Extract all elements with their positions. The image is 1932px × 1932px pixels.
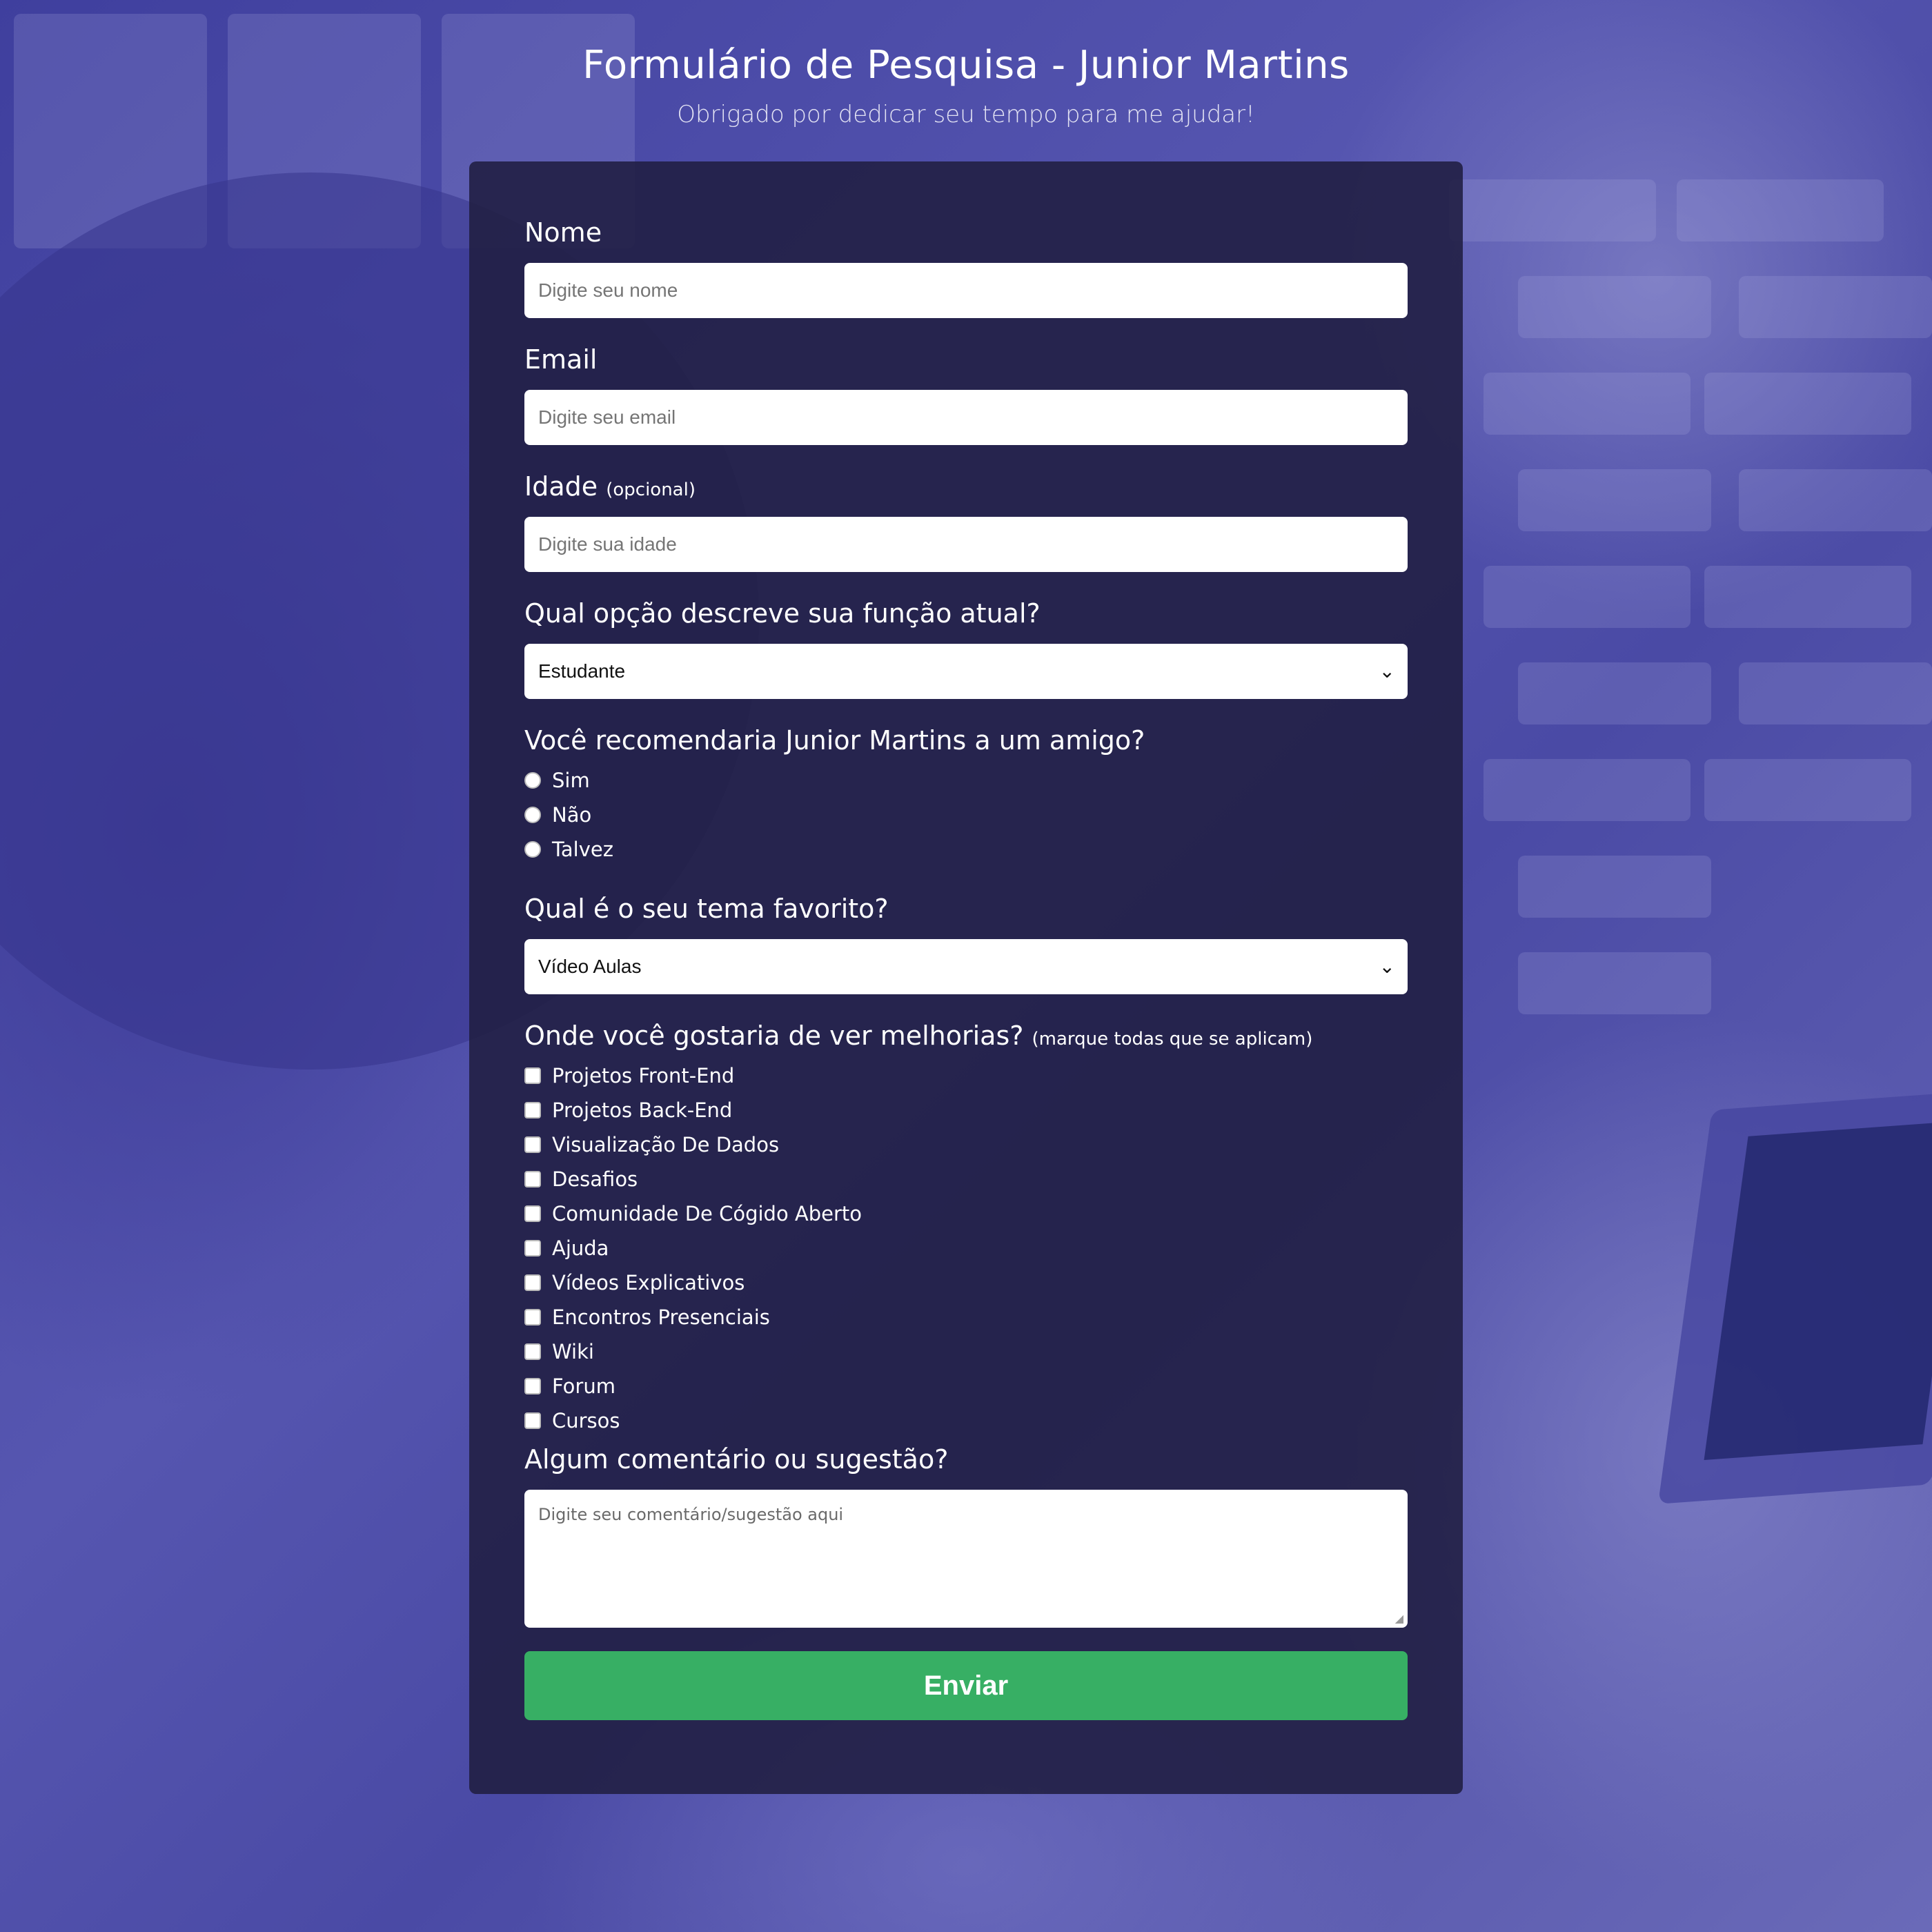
role-label: Qual opção descreve sua função atual? [524, 598, 1041, 629]
radio-button[interactable] [524, 807, 541, 823]
submit-button[interactable]: Enviar [524, 1651, 1408, 1720]
recommend-label: Você recomendaria Junior Martins a um am… [524, 725, 1145, 756]
name-label: Nome [524, 217, 602, 248]
survey-form: Nome Digite seu nome Email Digite seu em… [469, 161, 1463, 1794]
checkbox-label: Cursos [552, 1409, 620, 1432]
comments-placeholder: Digite seu comentário/sugestão aqui [538, 1505, 844, 1524]
checkbox[interactable] [524, 1412, 541, 1429]
name-input[interactable]: Digite seu nome [524, 263, 1408, 318]
checkbox[interactable] [524, 1136, 541, 1153]
email-input[interactable]: Digite seu email [524, 390, 1408, 445]
checkbox-option[interactable]: Vídeos Explicativos [524, 1265, 1408, 1300]
chevron-down-icon: ⌄ [1379, 660, 1395, 682]
chevron-down-icon: ⌄ [1379, 955, 1395, 978]
radio-button[interactable] [524, 841, 541, 858]
age-label-text: Idade [524, 471, 598, 502]
checkbox-option[interactable]: Projetos Back-End [524, 1093, 1408, 1127]
checkbox[interactable] [524, 1378, 541, 1394]
favorite-label: Qual é o seu tema favorito? [524, 894, 889, 924]
radio-option-talvez[interactable]: Talvez [524, 832, 1408, 867]
checkbox[interactable] [524, 1205, 541, 1222]
checkbox-option[interactable]: Ajuda [524, 1231, 1408, 1265]
checkbox-option[interactable]: Cursos [524, 1403, 1408, 1438]
checkbox-option[interactable]: Visualização De Dados [524, 1127, 1408, 1162]
checkbox-label: Projetos Front-End [552, 1064, 735, 1087]
improvements-label-text: Onde você gostaria de ver melhorias? [524, 1021, 1024, 1051]
age-input[interactable]: Digite sua idade [524, 517, 1408, 572]
age-group: Idade (opcional) Digite sua idade [524, 473, 1408, 600]
radio-option-sim[interactable]: Sim [524, 763, 1408, 798]
resize-grip-icon[interactable]: ◢ [1395, 1612, 1403, 1625]
checkbox-label: Forum [552, 1374, 615, 1398]
checkbox[interactable] [524, 1240, 541, 1256]
recommend-group: Você recomendaria Junior Martins a um am… [524, 727, 1408, 896]
checkbox[interactable] [524, 1274, 541, 1291]
age-optional-clue: (opcional) [606, 480, 696, 500]
checkbox[interactable] [524, 1171, 541, 1187]
checkbox-option[interactable]: Desafios [524, 1162, 1408, 1196]
email-group: Email Digite seu email [524, 346, 1408, 473]
favorite-selected-value: Vídeo Aulas [538, 956, 642, 977]
comments-label: Algum comentário ou sugestão? [524, 1444, 949, 1475]
favorite-select[interactable]: Vídeo Aulas ⌄ [524, 939, 1408, 994]
checkbox-label: Comunidade De Cógido Aberto [552, 1202, 862, 1225]
checkbox-option[interactable]: Forum [524, 1369, 1408, 1403]
checkbox-label: Wiki [552, 1340, 594, 1363]
role-group: Qual opção descreve sua função atual? Es… [524, 600, 1408, 727]
page-title: Formulário de Pesquisa - Junior Martins [582, 43, 1350, 88]
checkbox-label: Ajuda [552, 1236, 609, 1260]
checkbox-label: Projetos Back-End [552, 1098, 733, 1122]
checkbox-label: Encontros Presenciais [552, 1305, 770, 1329]
role-selected-value: Estudante [538, 660, 626, 682]
improvements-label: Onde você gostaria de ver melhorias? (ma… [524, 1023, 1408, 1049]
favorite-group: Qual é o seu tema favorito? Vídeo Aulas … [524, 896, 1408, 1023]
checkbox[interactable] [524, 1343, 541, 1360]
checkbox-option[interactable]: Wiki [524, 1334, 1408, 1369]
checkbox-label: Visualização De Dados [552, 1133, 780, 1156]
checkbox-label: Desafios [552, 1167, 638, 1191]
age-label: Idade (opcional) [524, 473, 1408, 500]
role-select[interactable]: Estudante ⌄ [524, 644, 1408, 699]
comments-textarea[interactable]: Digite seu comentário/sugestão aqui ◢ [524, 1490, 1408, 1628]
comments-group: Algum comentário ou sugestão? Digite seu… [524, 1446, 1408, 1628]
improvements-group: Onde você gostaria de ver melhorias? (ma… [524, 1023, 1408, 1446]
checkbox[interactable] [524, 1102, 541, 1118]
checkbox-option[interactable]: Projetos Front-End [524, 1058, 1408, 1093]
radio-label: Talvez [552, 838, 613, 861]
email-label: Email [524, 344, 598, 375]
radio-label: Sim [552, 769, 590, 792]
checkbox-option[interactable]: Comunidade De Cógido Aberto [524, 1196, 1408, 1231]
page-subtitle: Obrigado por dedicar seu tempo para me a… [677, 101, 1255, 128]
checkbox-label: Vídeos Explicativos [552, 1271, 745, 1294]
checkbox[interactable] [524, 1067, 541, 1084]
name-group: Nome Digite seu nome [524, 219, 1408, 346]
checkbox-option[interactable]: Encontros Presenciais [524, 1300, 1408, 1334]
improvements-clue: (marque todas que se aplicam) [1032, 1029, 1313, 1049]
radio-button[interactable] [524, 772, 541, 789]
checkbox[interactable] [524, 1309, 541, 1325]
radio-option-nao[interactable]: Não [524, 798, 1408, 832]
radio-label: Não [552, 803, 592, 827]
